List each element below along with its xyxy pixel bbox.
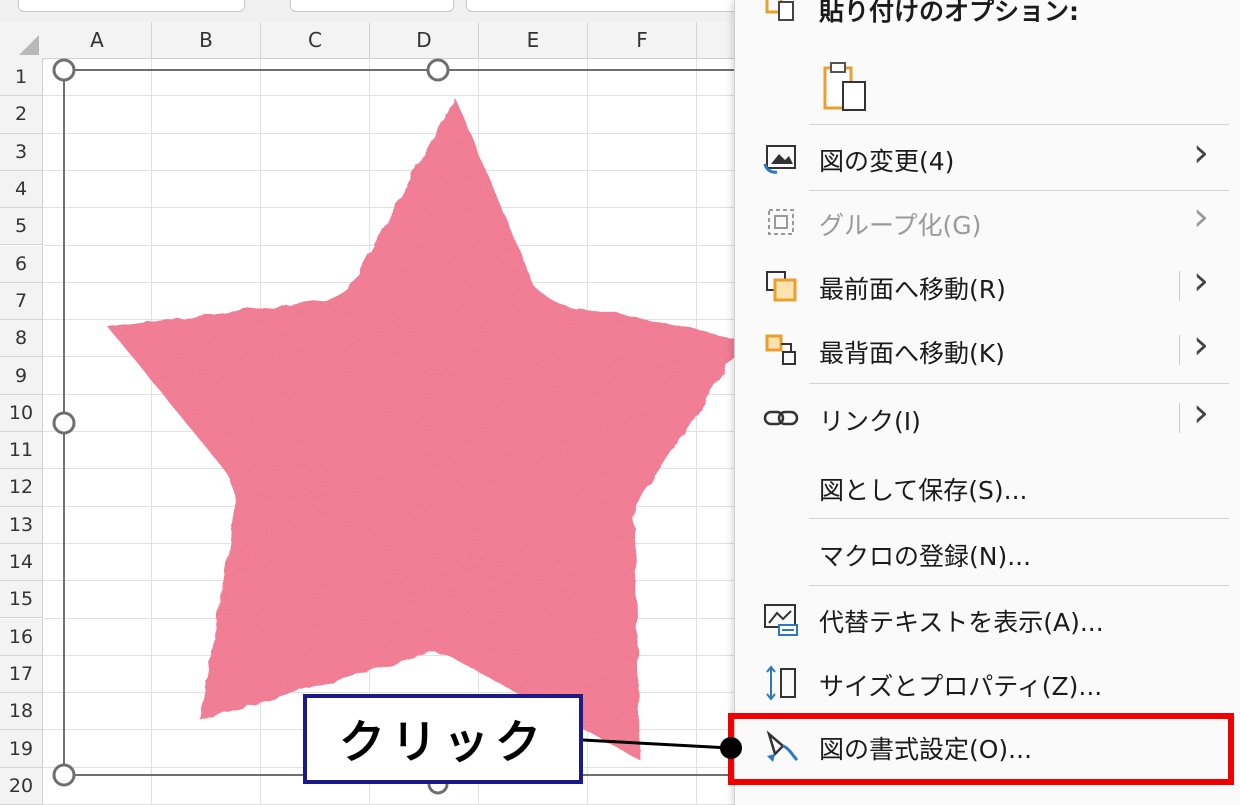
click-callout: クリック	[303, 694, 583, 784]
callout-connector	[582, 737, 742, 759]
